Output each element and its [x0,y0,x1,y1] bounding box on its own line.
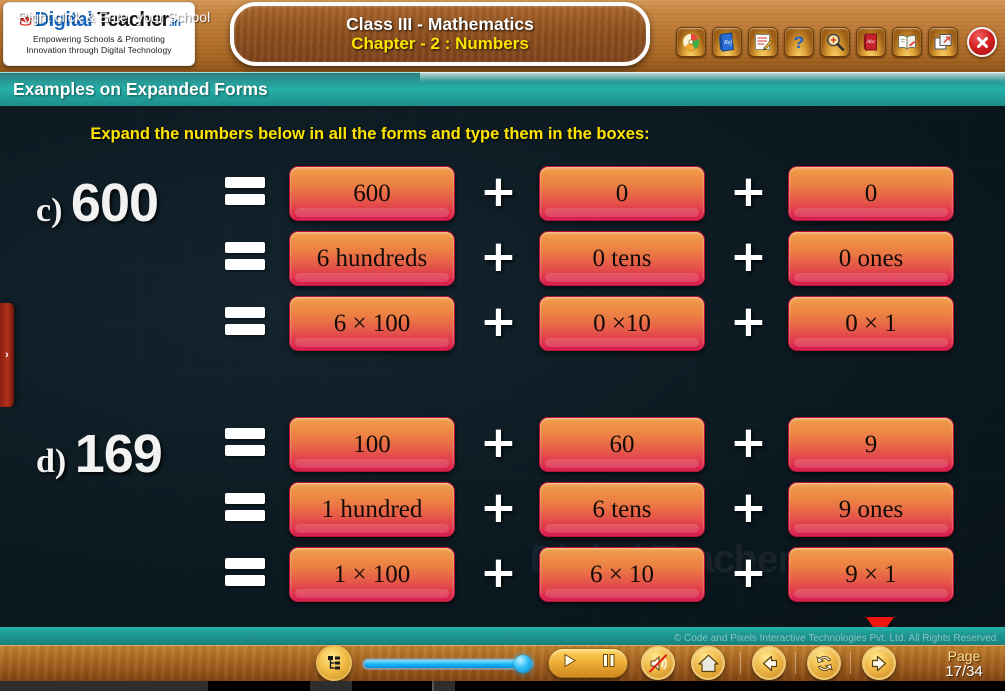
answer-box-d3-tens[interactable]: 6 × 10 [539,547,705,602]
answer-box-c1-hundreds[interactable]: 600 [289,166,455,221]
answer-box-d2-hundreds[interactable]: 1 hundred [289,482,455,537]
answer-box-c3-tens[interactable]: 0 ×10 [539,296,705,351]
copyright-text: © Code and Pixels Interactive Technologi… [0,633,1005,645]
lesson-stage: Digital Teacher Expand the numbers below… [0,106,1005,633]
divider [740,652,741,674]
progress-fill [364,660,521,668]
plus-icon: + [480,417,517,468]
problem-d-row-3: 1 × 100 + 6 × 10 + 9 × 1 [0,543,1005,608]
class-subject-title: Class III - Mathematics [346,14,534,34]
svg-text:Abc: Abc [866,39,876,45]
logo-tagline-line2: Innovation through Digital Technology [26,45,172,55]
answer-box-d1-ones[interactable]: 9 [788,417,954,472]
close-button[interactable] [967,27,997,57]
problem-d-row-2: 1 hundred + 6 tens + 9 ones [0,478,1005,543]
answer-box-c2-hundreds[interactable]: 6 hundreds [289,231,455,286]
chapter-title: Chapter - 2 : Numbers [351,34,529,53]
problem-c-row-1: 600 + 0 + 0 [0,162,1005,227]
instruction-text: Expand the numbers below in all the form… [90,125,650,143]
svg-text:Ref: Ref [723,39,733,46]
school-name-prompt[interactable]: Right click & Enter your School [18,9,210,25]
plus-icon: + [480,547,517,598]
equals-icon [225,428,265,460]
plus-icon: + [480,482,517,533]
lesson-title-plaque: Class III - Mathematics Chapter - 2 : Nu… [230,2,650,66]
answer-box-c2-ones[interactable]: 0 ones [788,231,954,286]
plus-icon: + [730,296,767,347]
taskbar-segment [352,681,432,691]
divider [850,652,851,674]
page-label: Page [947,648,981,664]
plus-icon: + [480,296,517,347]
speaker-mute-icon[interactable] [641,646,675,680]
problem-d-row-1: 100 + 60 + 9 [0,413,1005,478]
play-pause-control[interactable] [548,648,628,678]
equals-icon [225,177,265,209]
arrow-left-icon[interactable] [752,646,786,680]
answer-box-c3-hundreds[interactable]: 6 × 100 [289,296,455,351]
taskbar-segment [455,681,1005,691]
plus-icon: + [730,482,767,533]
answer-box-d1-hundreds[interactable]: 100 [289,417,455,472]
open-book-icon[interactable] [892,27,922,57]
plus-icon: + [730,547,767,598]
answer-box-c1-ones[interactable]: 0 [788,166,954,221]
equals-icon [225,558,265,590]
logo-tagline-line1: Empowering Schools & Promoting [33,34,165,44]
answer-box-d2-ones[interactable]: 9 ones [788,482,954,537]
answer-box-c2-tens[interactable]: 0 tens [539,231,705,286]
pause-icon[interactable] [600,651,617,675]
refresh-icon[interactable] [807,646,841,680]
section-header-bar: Examples on Expanded Forms [0,72,1005,106]
answer-box-c3-ones[interactable]: 0 × 1 [788,296,954,351]
equals-icon [225,307,265,339]
progress-slider-handle[interactable] [514,655,532,673]
problem-c-row-2: 6 hundreds + 0 tens + 0 ones [0,227,1005,292]
divider [795,652,796,674]
abc-dictionary-icon[interactable]: Abc [856,27,886,57]
answer-box-d1-tens[interactable]: 60 [539,417,705,472]
equals-icon [225,493,265,525]
plus-icon: + [480,166,517,217]
play-icon[interactable] [560,651,579,675]
problem-c-row-3: 6 × 100 + 0 ×10 + 0 × 1 [0,292,1005,357]
plus-icon: + [730,231,767,282]
answer-box-d3-hundreds[interactable]: 1 × 100 [289,547,455,602]
arrow-right-icon[interactable] [862,646,896,680]
color-palette-icon[interactable] [676,27,706,57]
answer-box-c1-tens[interactable]: 0 [539,166,705,221]
svg-text:?: ? [794,33,804,52]
help-question-icon[interactable]: ? [784,27,814,57]
plus-icon: + [480,231,517,282]
page-number: 17/34 [945,663,983,680]
reference-book-icon[interactable]: Ref [712,27,742,57]
page-title: Examples on Expanded Forms [13,79,268,99]
taskbar-segment [208,681,310,691]
plus-icon: + [730,166,767,217]
answer-box-d3-ones[interactable]: 9 × 1 [788,547,954,602]
magnifier-zoom-icon[interactable] [820,27,850,57]
plus-icon: + [730,417,767,468]
restore-window-icon[interactable] [928,27,958,57]
notepad-pencil-icon[interactable] [748,27,778,57]
content-list-icon[interactable] [316,645,352,681]
answer-box-d2-tens[interactable]: 6 tens [539,482,705,537]
home-icon[interactable] [691,646,725,680]
page-indicator: Page 17/34 [930,648,998,680]
progress-slider[interactable] [362,658,534,670]
equals-icon [225,242,265,274]
top-toolbar: Ref ? Abc [676,27,997,57]
